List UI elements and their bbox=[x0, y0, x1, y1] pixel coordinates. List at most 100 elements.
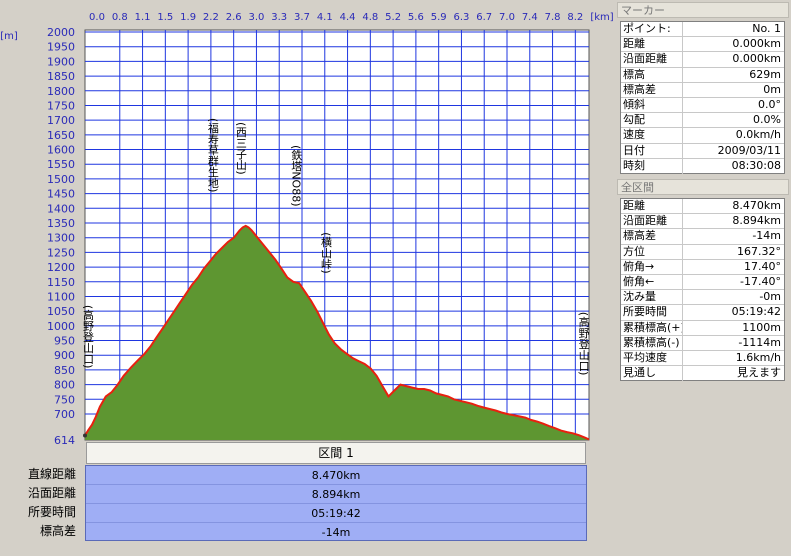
x-tick-label: 8.2 bbox=[567, 12, 583, 23]
total-value: 1.6km/h bbox=[735, 350, 781, 364]
total-key: 俯角← bbox=[621, 274, 683, 290]
marker-key: 勾配 bbox=[621, 113, 683, 128]
y-tick-label: 1750 bbox=[47, 99, 75, 112]
total-key: 標高差 bbox=[621, 229, 683, 244]
y-tick-label: 1450 bbox=[47, 188, 75, 201]
total-key: 平均速度 bbox=[621, 350, 683, 366]
y-tick-label: 1950 bbox=[47, 41, 75, 54]
total-key: 所要時間 bbox=[621, 305, 683, 320]
y-tick-label: 1600 bbox=[47, 144, 75, 157]
marker-key: 傾斜 bbox=[621, 97, 683, 113]
marker-key: 日付 bbox=[621, 143, 683, 158]
x-tick-label: 5.2 bbox=[385, 12, 401, 23]
total-key: 見通し bbox=[621, 366, 683, 382]
marker-key: 沿面距離 bbox=[621, 52, 683, 67]
total-row: 方位 167.32° bbox=[621, 244, 784, 260]
total-key: 沈み量 bbox=[621, 290, 683, 305]
y-tick-label: 1650 bbox=[47, 129, 75, 142]
y-tick-label: 1900 bbox=[47, 55, 75, 68]
y-tick-label: 1800 bbox=[47, 85, 75, 98]
y-tick-label: 614 bbox=[54, 434, 75, 447]
x-tick-label: 6.3 bbox=[453, 12, 469, 23]
total-row: 沈み量 -0m bbox=[621, 290, 784, 306]
total-key: 方位 bbox=[621, 244, 683, 259]
point-annotation: (西三子山) bbox=[234, 122, 247, 175]
y-tick-label: 1200 bbox=[47, 261, 75, 274]
segment-header[interactable]: 区間 1 bbox=[86, 442, 586, 464]
x-tick-label: 3.3 bbox=[271, 12, 287, 23]
total-value: 8.894km bbox=[732, 214, 781, 228]
x-tick-label: 1.1 bbox=[135, 12, 151, 23]
y-tick-label: 1250 bbox=[47, 246, 75, 259]
y-tick-label: 1700 bbox=[47, 114, 75, 127]
total-row: 距離 8.470km bbox=[621, 199, 784, 215]
x-tick-label: 1.5 bbox=[157, 12, 173, 23]
x-tick-label: 2.6 bbox=[226, 12, 242, 23]
x-tick-label: 6.7 bbox=[476, 12, 492, 23]
total-row: 見通し 見えます bbox=[621, 366, 784, 382]
x-tick-label: 4.8 bbox=[362, 12, 378, 23]
marker-row: 時刻 08:30:08 bbox=[621, 158, 784, 174]
y-tick-label: 1400 bbox=[47, 202, 75, 215]
x-tick-label: 2.2 bbox=[203, 12, 219, 23]
x-tick-label: 4.1 bbox=[317, 12, 333, 23]
segment-label: 所要時間 bbox=[27, 505, 76, 519]
total-value: 05:19:42 bbox=[731, 305, 781, 319]
marker-value: No. 1 bbox=[752, 22, 781, 35]
y-tick-label: 900 bbox=[54, 349, 75, 362]
total-row: 累積標高(+) 1100m bbox=[621, 320, 784, 336]
x-unit-label: [km] bbox=[590, 12, 613, 23]
x-tick-label: 3.0 bbox=[248, 12, 264, 23]
total-row: 所要時間 05:19:42 bbox=[621, 305, 784, 321]
x-tick-label: 0.8 bbox=[112, 12, 128, 23]
total-value: -1114m bbox=[738, 335, 781, 349]
marker-row: ポイント: No. 1 bbox=[621, 22, 784, 38]
total-key: 累積標高(-) bbox=[621, 335, 683, 350]
total-value: -14m bbox=[752, 229, 781, 243]
y-tick-label: 950 bbox=[54, 335, 75, 348]
total-key: 距離 bbox=[621, 199, 683, 214]
total-key: 沿面距離 bbox=[621, 214, 683, 229]
y-tick-label: 1000 bbox=[47, 320, 75, 333]
x-tick-label: 0.0 bbox=[89, 12, 105, 23]
total-row: 俯角→ 17.40° bbox=[621, 259, 784, 275]
y-tick-label: 1100 bbox=[47, 290, 75, 303]
total-value: 8.470km bbox=[732, 199, 781, 212]
segment-value: -14m bbox=[321, 526, 351, 539]
total-row: 平均速度 1.6km/h bbox=[621, 350, 784, 367]
total-row: 沿面距離 8.894km bbox=[621, 214, 784, 230]
marker-value: 0.0km/h bbox=[735, 128, 781, 142]
segment-label: 標高差 bbox=[39, 524, 76, 538]
start-marker bbox=[83, 433, 87, 438]
y-tick-label: 850 bbox=[54, 364, 75, 377]
marker-row: 距離 0.000km bbox=[621, 37, 784, 53]
point-annotation: (鉄塔NO88) bbox=[290, 145, 303, 206]
y-unit-label: [m] bbox=[0, 31, 18, 42]
segment-value: 05:19:42 bbox=[86, 504, 586, 523]
x-tick-label: 4.4 bbox=[340, 12, 356, 23]
marker-value: 2009/03/11 bbox=[717, 143, 781, 157]
total-key: 累積標高(+) bbox=[623, 320, 683, 335]
x-tick-label: 5.6 bbox=[408, 12, 424, 23]
segment-label: 直線距離 bbox=[27, 467, 76, 481]
marker-row: 日付 2009/03/11 bbox=[621, 143, 784, 159]
marker-value: 0.000km bbox=[732, 52, 781, 66]
segment-label: 沿面距離 bbox=[27, 486, 76, 500]
marker-key: 標高差 bbox=[621, 82, 683, 97]
total-value: 見えます bbox=[737, 366, 781, 380]
total-value: 167.32° bbox=[737, 244, 781, 258]
total-value: -0m bbox=[759, 290, 781, 304]
marker-key: 時刻 bbox=[621, 158, 683, 174]
x-tick-label: 1.9 bbox=[180, 12, 196, 23]
y-tick-label: 1150 bbox=[47, 276, 75, 289]
y-tick-label: 1350 bbox=[47, 217, 75, 230]
point-annotation: (高野登山口) bbox=[577, 312, 590, 376]
y-tick-label: 800 bbox=[54, 379, 75, 392]
total-row: 俯角← -17.40° bbox=[621, 274, 784, 291]
marker-row: 速度 0.0km/h bbox=[621, 128, 784, 144]
total-value: 17.40° bbox=[744, 259, 781, 273]
total-value: -17.40° bbox=[740, 274, 781, 288]
x-tick-label: 7.8 bbox=[545, 12, 561, 23]
total-value: 1100m bbox=[742, 320, 781, 334]
y-tick-label: 700 bbox=[54, 408, 75, 421]
